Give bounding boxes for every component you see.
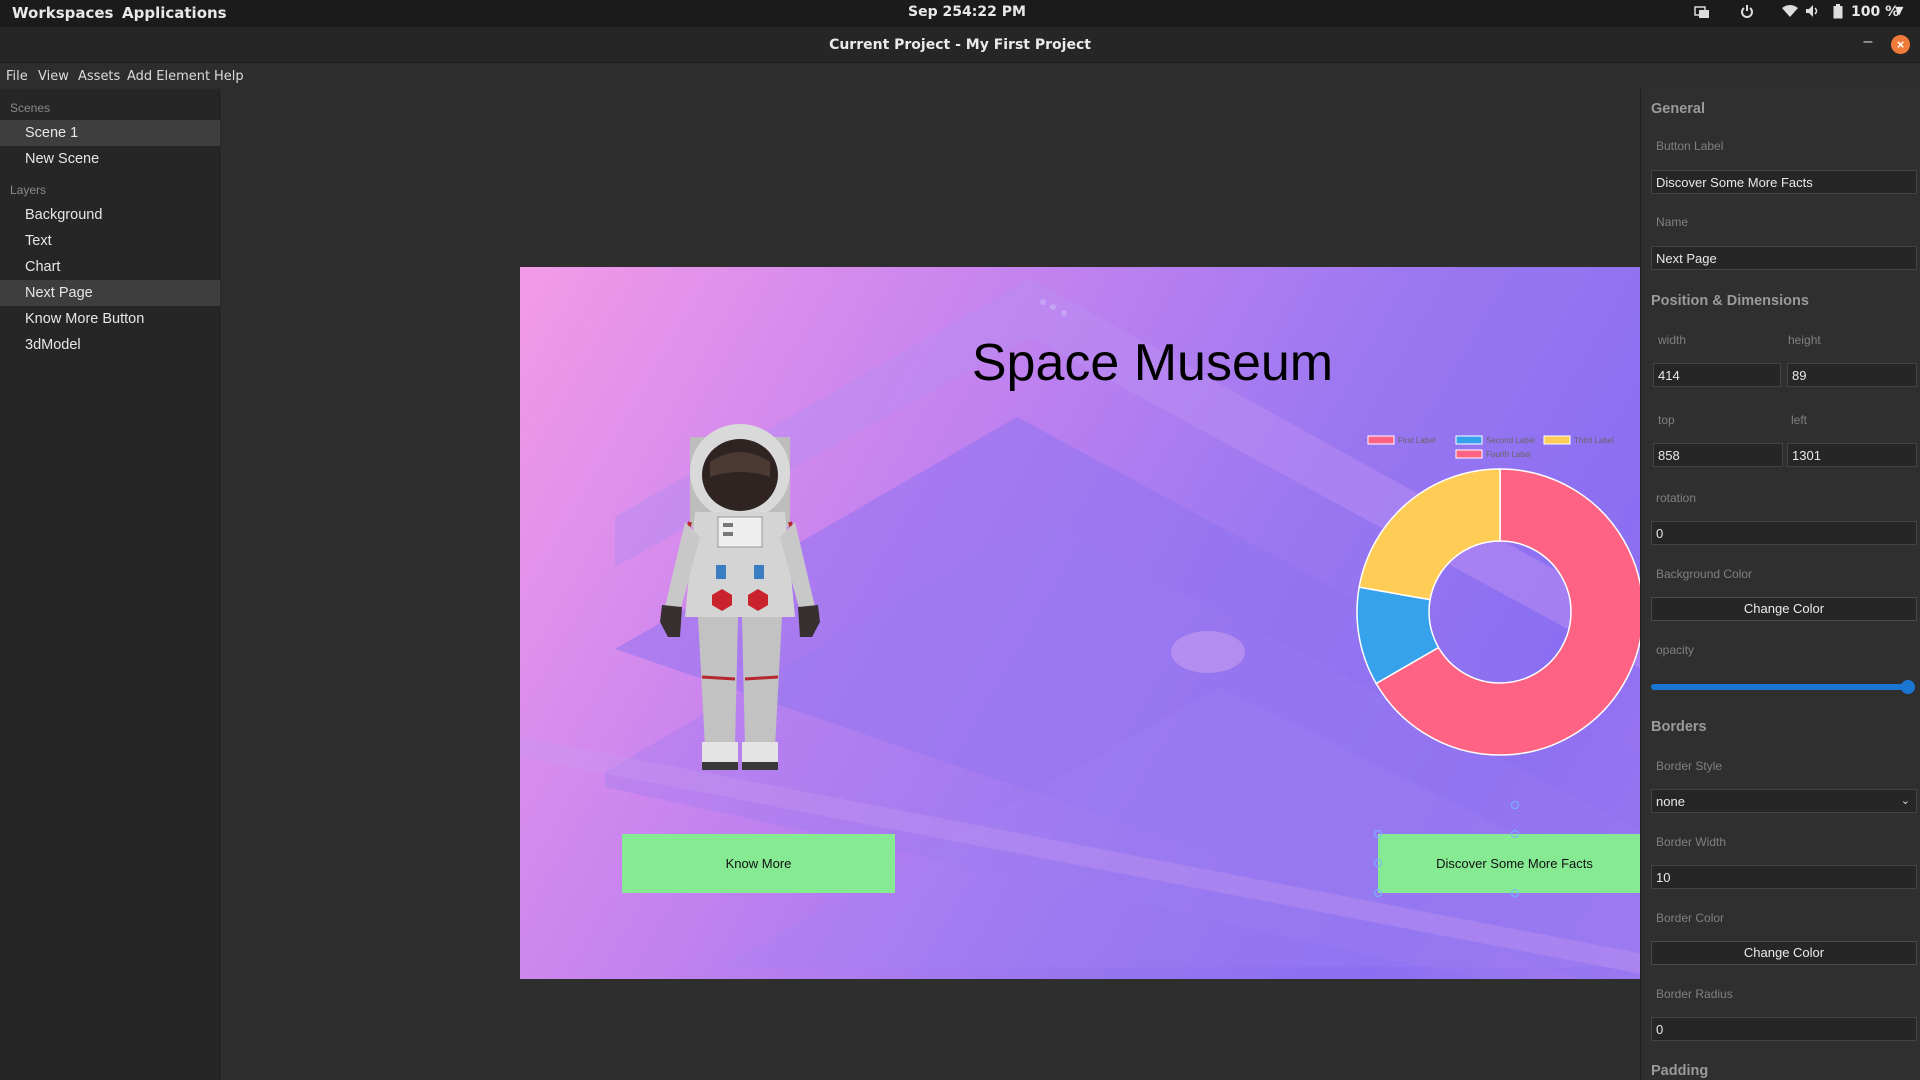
doughnut-slice[interactable] — [1358, 468, 1501, 601]
resize-handle-n[interactable] — [1511, 830, 1519, 838]
know-more-button[interactable]: Know More — [622, 834, 895, 893]
workspaces-menu[interactable]: Workspaces — [12, 4, 113, 22]
height-label: height — [1788, 333, 1821, 347]
border-style-label: Border Style — [1656, 759, 1723, 773]
background-color-label: Background Color — [1656, 567, 1753, 581]
volume-icon[interactable] — [1805, 4, 1821, 22]
menu-assets[interactable]: Assets — [78, 69, 120, 84]
layer-item-background[interactable]: Background — [0, 202, 220, 228]
border-radius-input[interactable]: 0 — [1651, 1017, 1917, 1041]
legend-label[interactable]: Third Label — [1574, 436, 1614, 445]
canvas-workspace[interactable]: Space Museum First Label Second Label Th… — [221, 89, 1785, 1080]
close-button[interactable]: × — [1891, 35, 1910, 54]
padding-section-header: Padding — [1651, 1063, 1709, 1079]
layer-item-know-more-button[interactable]: Know More Button — [0, 306, 220, 332]
border-width-label: Border Width — [1656, 835, 1727, 849]
rotation-label: rotation — [1656, 491, 1697, 505]
legend-swatch[interactable] — [1455, 435, 1483, 445]
legend-swatch[interactable] — [1543, 435, 1571, 445]
button-label-label: Button Label — [1656, 139, 1724, 153]
power-icon[interactable] — [1740, 4, 1754, 24]
opacity-label: opacity — [1656, 643, 1695, 657]
scene-item-new-scene[interactable]: New Scene — [0, 146, 220, 172]
layers-header: Layers — [10, 183, 47, 197]
scene-item-scene-1[interactable]: Scene 1 — [0, 120, 220, 146]
border-style-select[interactable]: none ⌄ — [1651, 789, 1917, 813]
width-input[interactable]: 414 — [1653, 363, 1781, 387]
wifi-icon[interactable] — [1782, 4, 1798, 22]
left-sidebar: Scenes Scene 1 New Scene Layers Backgrou… — [0, 89, 220, 1080]
scenes-header: Scenes — [10, 101, 51, 115]
legend-label[interactable]: Second Label — [1486, 436, 1535, 445]
menu-file[interactable]: File — [6, 69, 28, 84]
minimize-button[interactable]: – — [1858, 33, 1878, 53]
name-input[interactable]: Next Page — [1651, 246, 1917, 270]
system-top-bar: Workspaces Applications Sep 25 4:22 PM 1… — [0, 0, 1920, 27]
window-title-bar: Current Project - My First Project – × — [0, 27, 1920, 63]
left-label: left — [1791, 413, 1808, 427]
battery-icon[interactable] — [1833, 4, 1843, 23]
rotate-handle[interactable] — [1511, 801, 1519, 809]
height-input[interactable]: 89 — [1787, 363, 1917, 387]
resize-handle-nw[interactable] — [1374, 830, 1382, 838]
stage-title[interactable]: Space Museum — [520, 333, 1785, 393]
chevron-down-icon[interactable]: ▼ — [1895, 4, 1903, 17]
date-label[interactable]: Sep 25 — [908, 4, 962, 20]
opacity-slider-thumb[interactable] — [1901, 680, 1915, 694]
button-label-input[interactable]: Discover Some More Facts — [1651, 170, 1917, 194]
menu-add-element[interactable]: Add Element — [127, 69, 210, 84]
top-label: top — [1658, 413, 1675, 427]
doughnut-chart[interactable]: First Label Second Label Third Label Fourth… — [1340, 427, 1660, 757]
border-color-label: Border Color — [1656, 911, 1725, 925]
scene-stage[interactable]: Space Museum First Label Second Label Th… — [520, 267, 1785, 979]
menu-bar: File View Assets Add Element Help — [0, 64, 1920, 89]
width-label: width — [1658, 333, 1687, 347]
top-input[interactable]: 858 — [1653, 443, 1783, 467]
legend-swatch[interactable] — [1455, 449, 1483, 459]
discover-facts-button[interactable]: Discover Some More Facts — [1378, 834, 1651, 893]
layer-item-text[interactable]: Text — [0, 228, 220, 254]
border-radius-label: Border Radius — [1656, 987, 1733, 1001]
window-switcher-icon[interactable] — [1694, 4, 1710, 24]
rotation-input[interactable]: 0 — [1651, 521, 1917, 545]
left-input[interactable]: 1301 — [1787, 443, 1917, 467]
battery-percent[interactable]: 100 % — [1851, 4, 1899, 20]
layer-item-next-page[interactable]: Next Page — [0, 280, 220, 306]
border-style-value: none — [1656, 794, 1685, 809]
menu-help[interactable]: Help — [214, 69, 244, 84]
border-width-input[interactable]: 10 — [1651, 865, 1917, 889]
name-label: Name — [1656, 215, 1689, 229]
window-title: Current Project - My First Project — [829, 37, 1091, 53]
applications-menu[interactable]: Applications — [122, 4, 227, 22]
opacity-slider[interactable] — [1651, 684, 1907, 690]
legend-label[interactable]: Fourth Label — [1486, 450, 1531, 459]
chevron-down-icon: ⌄ — [1900, 795, 1910, 807]
legend-label[interactable]: First Label — [1398, 436, 1436, 445]
astronaut-3d-model[interactable] — [640, 417, 840, 777]
resize-handle-sw[interactable] — [1374, 889, 1382, 897]
legend-swatch[interactable] — [1367, 435, 1395, 445]
general-section-header: General — [1651, 101, 1705, 117]
properties-panel: General Button Label Discover Some More … — [1640, 89, 1920, 1080]
borders-section-header: Borders — [1651, 719, 1707, 735]
layer-item-3dmodel[interactable]: 3dModel — [0, 332, 220, 358]
position-dimensions-header: Position & Dimensions — [1651, 293, 1809, 309]
menu-view[interactable]: View — [38, 69, 69, 84]
resize-handle-s[interactable] — [1511, 889, 1519, 897]
time-label[interactable]: 4:22 PM — [962, 4, 1026, 20]
resize-handle-w[interactable] — [1374, 859, 1382, 867]
layer-item-chart[interactable]: Chart — [0, 254, 220, 280]
change-border-color-button[interactable]: Change Color — [1651, 941, 1917, 965]
change-background-color-button[interactable]: Change Color — [1651, 597, 1917, 621]
